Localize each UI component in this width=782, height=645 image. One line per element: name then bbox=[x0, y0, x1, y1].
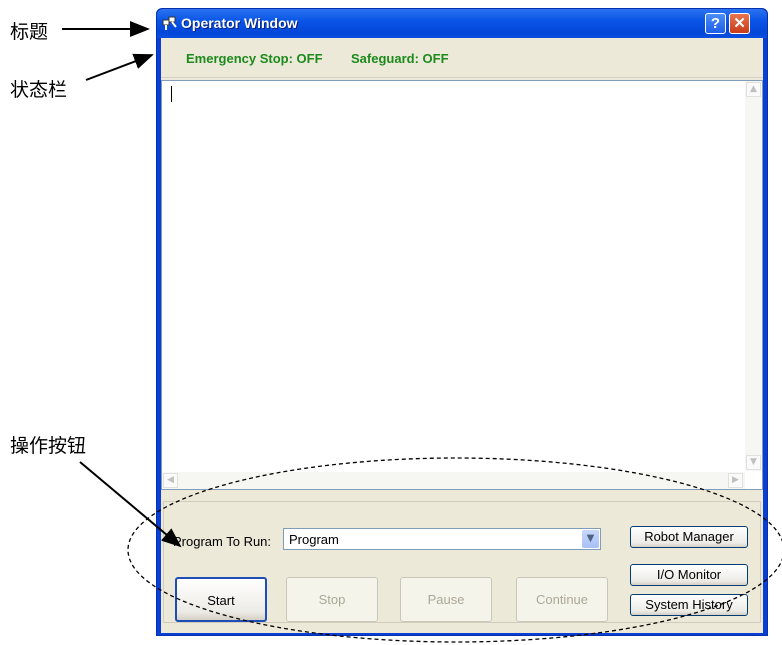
scroll-down-icon[interactable]: ▼ bbox=[746, 455, 761, 470]
operation-panel: Program To Run: Program ▼ Start Stop Pau… bbox=[163, 501, 761, 623]
emergency-stop-status: Emergency Stop: OFF bbox=[186, 51, 323, 66]
annotation-status-label: 状态栏 bbox=[10, 79, 68, 101]
window-title: Operator Window bbox=[181, 15, 298, 31]
window-client-area: Emergency Stop: OFF Safeguard: OFF ▲ ▼ ◀… bbox=[161, 38, 763, 633]
pause-button[interactable]: Pause bbox=[400, 577, 492, 622]
program-select[interactable]: Program ▼ bbox=[283, 528, 601, 550]
system-history-button[interactable]: System History bbox=[630, 594, 748, 616]
status-arrow bbox=[85, 53, 154, 81]
help-button[interactable]: ? bbox=[705, 13, 726, 34]
title-bar[interactable]: Operator Window ? ✕ bbox=[157, 9, 767, 38]
annotation-title-label: 标题 bbox=[10, 21, 49, 43]
chevron-down-icon[interactable]: ▼ bbox=[582, 530, 599, 548]
output-text-area[interactable]: ▲ ▼ ◀ ▶ bbox=[161, 80, 763, 490]
horizontal-scrollbar[interactable]: ◀ ▶ bbox=[162, 472, 745, 489]
window-app-icon bbox=[162, 16, 177, 30]
operator-window: Operator Window ? ✕ Emergency Stop: OFF … bbox=[156, 8, 768, 636]
text-caret bbox=[171, 86, 172, 102]
program-select-value: Program bbox=[289, 532, 339, 547]
scroll-up-icon[interactable]: ▲ bbox=[746, 82, 761, 97]
robot-manager-button[interactable]: Robot Manager bbox=[630, 526, 748, 548]
start-button[interactable]: Start bbox=[175, 577, 267, 622]
status-bar: Emergency Stop: OFF Safeguard: OFF bbox=[161, 38, 763, 78]
safeguard-status: Safeguard: OFF bbox=[351, 51, 449, 66]
program-to-run-label: Program To Run: bbox=[173, 534, 272, 549]
close-button[interactable]: ✕ bbox=[729, 13, 750, 34]
vertical-scrollbar[interactable]: ▲ ▼ bbox=[745, 81, 762, 471]
continue-button[interactable]: Continue bbox=[516, 577, 608, 622]
stop-button[interactable]: Stop bbox=[286, 577, 378, 622]
io-monitor-button[interactable]: I/O Monitor bbox=[630, 564, 748, 586]
scroll-left-icon[interactable]: ◀ bbox=[163, 473, 178, 488]
scroll-right-icon[interactable]: ▶ bbox=[728, 473, 743, 488]
annotation-buttons-label: 操作按钮 bbox=[10, 435, 87, 457]
